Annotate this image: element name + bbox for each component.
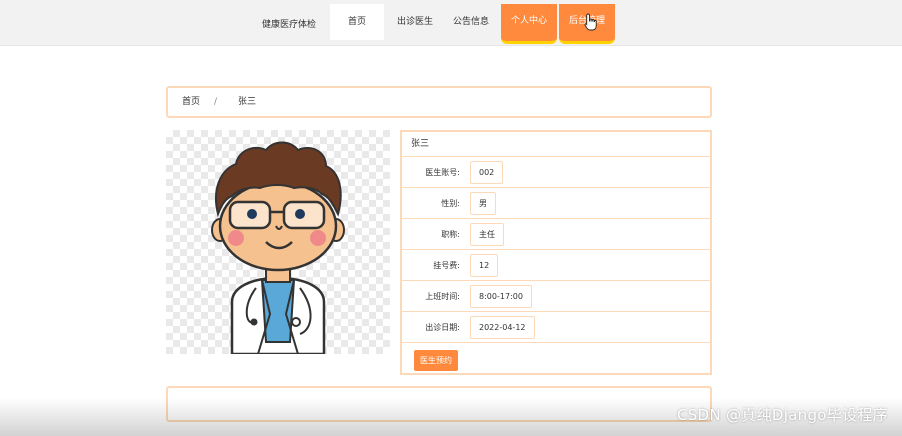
field-value: 12 xyxy=(470,254,499,277)
breadcrumb: 首页 / 张三 xyxy=(166,86,712,118)
field-label: 医生账号: xyxy=(425,168,460,177)
field-row-gender: 性别: 男 xyxy=(402,188,710,219)
field-label: 挂号费: xyxy=(433,261,460,270)
nav-notices[interactable]: 公告信息 xyxy=(447,4,495,40)
book-doctor-button[interactable]: 医生预约 xyxy=(414,350,458,371)
breadcrumb-separator: / xyxy=(214,97,218,107)
field-value: 002 xyxy=(470,161,504,184)
field-row-title: 职称: 主任 xyxy=(402,219,710,250)
doctor-avatar-icon xyxy=(211,141,345,354)
field-row-work-hours: 上班时间: 8:00-17:00 xyxy=(402,281,710,312)
field-value: 2022-04-12 xyxy=(470,316,535,339)
watermark: CSDN @真纯Django毕设程序 xyxy=(676,406,888,424)
doctor-photo xyxy=(166,130,390,354)
field-label: 出诊日期: xyxy=(425,323,460,332)
doctor-name: 张三 xyxy=(402,132,710,157)
doctor-info-panel: 张三 医生账号: 002 性别: 男 职称: 主任 挂号费: 12 上班时间: … xyxy=(400,130,712,375)
field-value: 主任 xyxy=(470,223,504,246)
field-row-visit-date: 出诊日期: 2022-04-12 xyxy=(402,312,710,343)
breadcrumb-current: 张三 xyxy=(238,97,257,107)
field-row-fee: 挂号费: 12 xyxy=(402,250,710,281)
hand-cursor-icon xyxy=(584,13,597,31)
site-brand[interactable]: 健康医疗体检 xyxy=(262,17,316,30)
nav-personal-center[interactable]: 个人中心 xyxy=(501,4,557,44)
field-label: 职称: xyxy=(441,230,460,239)
top-nav-bar: 健康医疗体检 首页 出诊医生 公告信息 个人中心 后台管理 xyxy=(0,0,902,46)
breadcrumb-home[interactable]: 首页 xyxy=(182,88,200,116)
field-row-account: 医生账号: 002 xyxy=(402,157,710,188)
field-value: 8:00-17:00 xyxy=(470,285,532,308)
nav-doctors[interactable]: 出诊医生 xyxy=(393,4,437,40)
nav-home[interactable]: 首页 xyxy=(330,4,384,40)
field-value: 男 xyxy=(470,192,496,215)
field-label: 性别: xyxy=(441,199,460,208)
field-label: 上班时间: xyxy=(425,292,460,301)
